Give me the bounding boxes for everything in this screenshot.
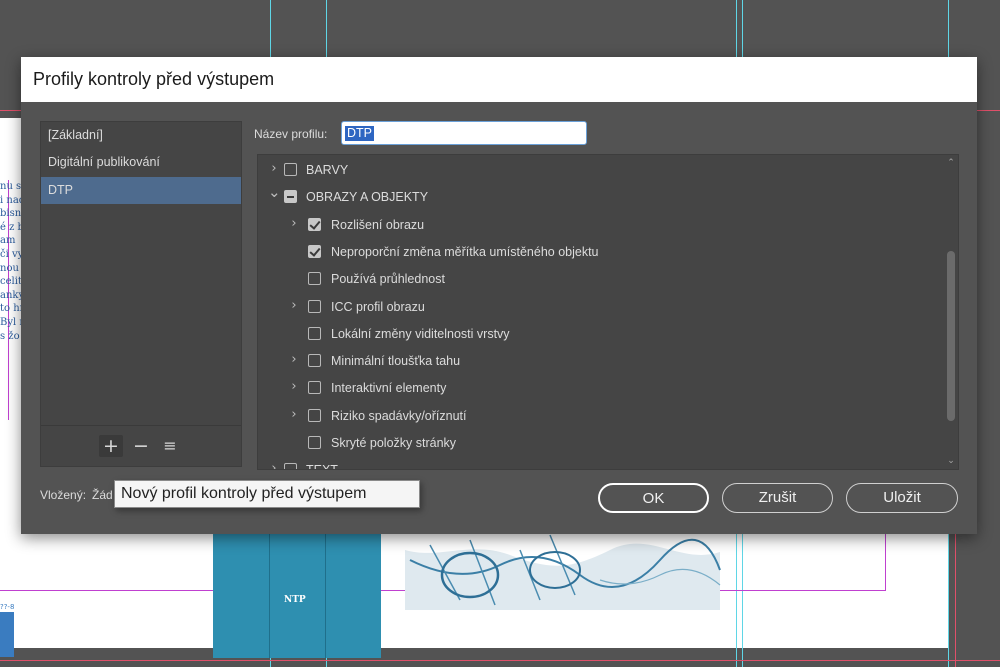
chevron-right-icon[interactable]: ›	[288, 407, 300, 422]
tree-row-label: OBRAZY A OBJEKTY	[306, 190, 429, 205]
tree-row[interactable]: Používá průhlednost	[258, 266, 938, 293]
tree-row[interactable]: Lokální změny viditelnosti vrstvy	[258, 321, 938, 348]
check-checkbox[interactable]	[308, 436, 321, 449]
chevron-right-icon[interactable]: ›	[288, 298, 300, 313]
check-checkbox[interactable]	[284, 190, 297, 204]
tree-row-label: Lokální změny viditelnosti vrstvy	[331, 326, 510, 341]
add-profile-tooltip: Nový profil kontroly před výstupem	[114, 480, 420, 508]
column-divider	[269, 530, 270, 658]
tree-row[interactable]: ⌄ OBRAZY A OBJEKTY	[258, 184, 938, 211]
text-line: s žo	[0, 330, 20, 342]
profile-item-dtp[interactable]: DTP	[41, 177, 241, 204]
tree-row[interactable]: Skryté položky stránky	[258, 430, 938, 457]
profile-item-label: DTP	[48, 183, 73, 197]
margin-guide	[885, 530, 886, 591]
profile-name-input[interactable]: DTP	[341, 121, 587, 145]
column-divider	[325, 530, 326, 658]
tree-row[interactable]: › Minimální tloušťka tahu	[258, 348, 938, 375]
embedded-label: Vložený:	[40, 488, 87, 502]
sketch-illustration	[405, 534, 721, 610]
profile-list[interactable]: [Základní] Digitální publikování DTP + −…	[40, 121, 242, 467]
ntp-logo: NTP	[284, 595, 306, 605]
tree-row-label: Minimální tloušťka tahu	[331, 354, 461, 369]
tree-row-label: Rozlišení obrazu	[331, 217, 425, 232]
dialog-titlebar[interactable]: Profily kontroly před výstupem	[21, 57, 977, 102]
tree-row-label: Riziko spadávky/oříznutí	[331, 408, 467, 423]
tooltip-text: Nový profil kontroly před výstupem	[121, 485, 367, 502]
text-line: či vy	[0, 248, 22, 260]
text-line: anky	[0, 289, 22, 301]
remove-profile-button[interactable]: −	[129, 435, 153, 457]
add-profile-button[interactable]: +	[99, 435, 123, 457]
ok-button[interactable]: OK	[598, 483, 709, 513]
tree-row-label: Skryté položky stránky	[331, 436, 457, 450]
tree-row[interactable]: › Riziko spadávky/oříznutí	[258, 403, 938, 430]
text-line: nou	[0, 262, 19, 274]
bleed-guide	[0, 660, 1000, 661]
divider	[41, 425, 241, 426]
text-line: celit	[0, 276, 22, 288]
chevron-down-icon[interactable]: ⌄	[268, 185, 281, 200]
tree-row[interactable]: › TEXT	[258, 457, 938, 469]
chevron-right-icon[interactable]: ›	[268, 162, 280, 176]
tree-row-label: Neproporční změna měřítka umístěného obj…	[331, 244, 599, 259]
check-checkbox[interactable]	[308, 381, 321, 395]
image-frame	[213, 530, 381, 658]
text-line: é z b	[0, 221, 22, 233]
tree-row-label: Používá průhlednost	[331, 272, 445, 287]
check-checkbox[interactable]	[308, 217, 321, 231]
check-checkbox[interactable]	[308, 244, 321, 258]
text-line: bisn	[0, 208, 22, 220]
chevron-right-icon[interactable]: ›	[268, 462, 280, 469]
profile-item-label: [Základní]	[48, 128, 103, 142]
tree-row-label: ICC profil obrazu	[331, 299, 425, 314]
tree-row[interactable]: › Rozlišení obrazu	[258, 212, 938, 239]
cancel-button[interactable]: Zrušit	[722, 483, 833, 513]
profile-item-digital-publishing[interactable]: Digitální publikování	[41, 149, 241, 176]
profile-item-label: Digitální publikování	[48, 155, 160, 169]
scroll-down-arrow-icon[interactable]: ⌄	[944, 455, 958, 467]
check-checkbox[interactable]	[284, 163, 297, 176]
profile-name-value: DTP	[345, 126, 374, 141]
text-line: i nad	[0, 194, 22, 206]
chevron-right-icon[interactable]: ›	[288, 353, 300, 367]
tree-row-label: TEXT	[306, 463, 338, 469]
tree-row-label: Interaktivní elementy	[331, 381, 447, 396]
tree-scrollbar[interactable]: ⌃ ⌄	[944, 155, 958, 469]
check-checkbox[interactable]	[284, 463, 297, 469]
tree-row[interactable]: Neproporční změna měřítka umístěného obj…	[258, 239, 938, 266]
text-line: Byl n	[0, 316, 22, 328]
profile-item-basic[interactable]: [Základní]	[41, 122, 241, 149]
check-checkbox[interactable]	[308, 272, 321, 286]
check-checkbox[interactable]	[308, 299, 321, 313]
preflight-profiles-dialog: Profily kontroly před výstupem [Základní…	[21, 57, 977, 534]
check-checkbox[interactable]	[308, 408, 321, 422]
check-checkbox[interactable]	[308, 354, 321, 368]
dialog-title: Profily kontroly před výstupem	[33, 69, 275, 89]
chevron-right-icon[interactable]: ›	[288, 380, 300, 394]
tree-row[interactable]: › BARVY	[258, 157, 938, 184]
scrollbar-thumb[interactable]	[947, 251, 955, 421]
tree-row-label: BARVY	[306, 163, 349, 177]
preflight-checks-tree[interactable]: › TEXT Skryté položky stránky › Riziko spadá…	[257, 154, 959, 470]
profile-name-label: Název profilu:	[254, 127, 328, 141]
profile-menu-button[interactable]: ≡	[158, 435, 182, 457]
embedded-value: Žád	[92, 488, 113, 502]
text-line: to hr	[0, 303, 22, 315]
text-line: am	[0, 235, 16, 247]
corner-label: ??-8	[0, 603, 15, 611]
save-button[interactable]: Uložit	[846, 483, 958, 513]
text-frame: nu s i nad bisné z b amči vy nou celitanky to …	[0, 180, 22, 420]
chevron-right-icon[interactable]: ›	[288, 216, 300, 231]
scroll-up-arrow-icon[interactable]: ⌃	[944, 157, 958, 169]
text-line: nu s	[0, 181, 22, 192]
check-checkbox[interactable]	[308, 326, 321, 340]
tree-row[interactable]: › Interaktivní elementy	[258, 375, 938, 402]
corner-frame	[0, 612, 14, 657]
tree-row[interactable]: › ICC profil obrazu	[258, 294, 938, 321]
